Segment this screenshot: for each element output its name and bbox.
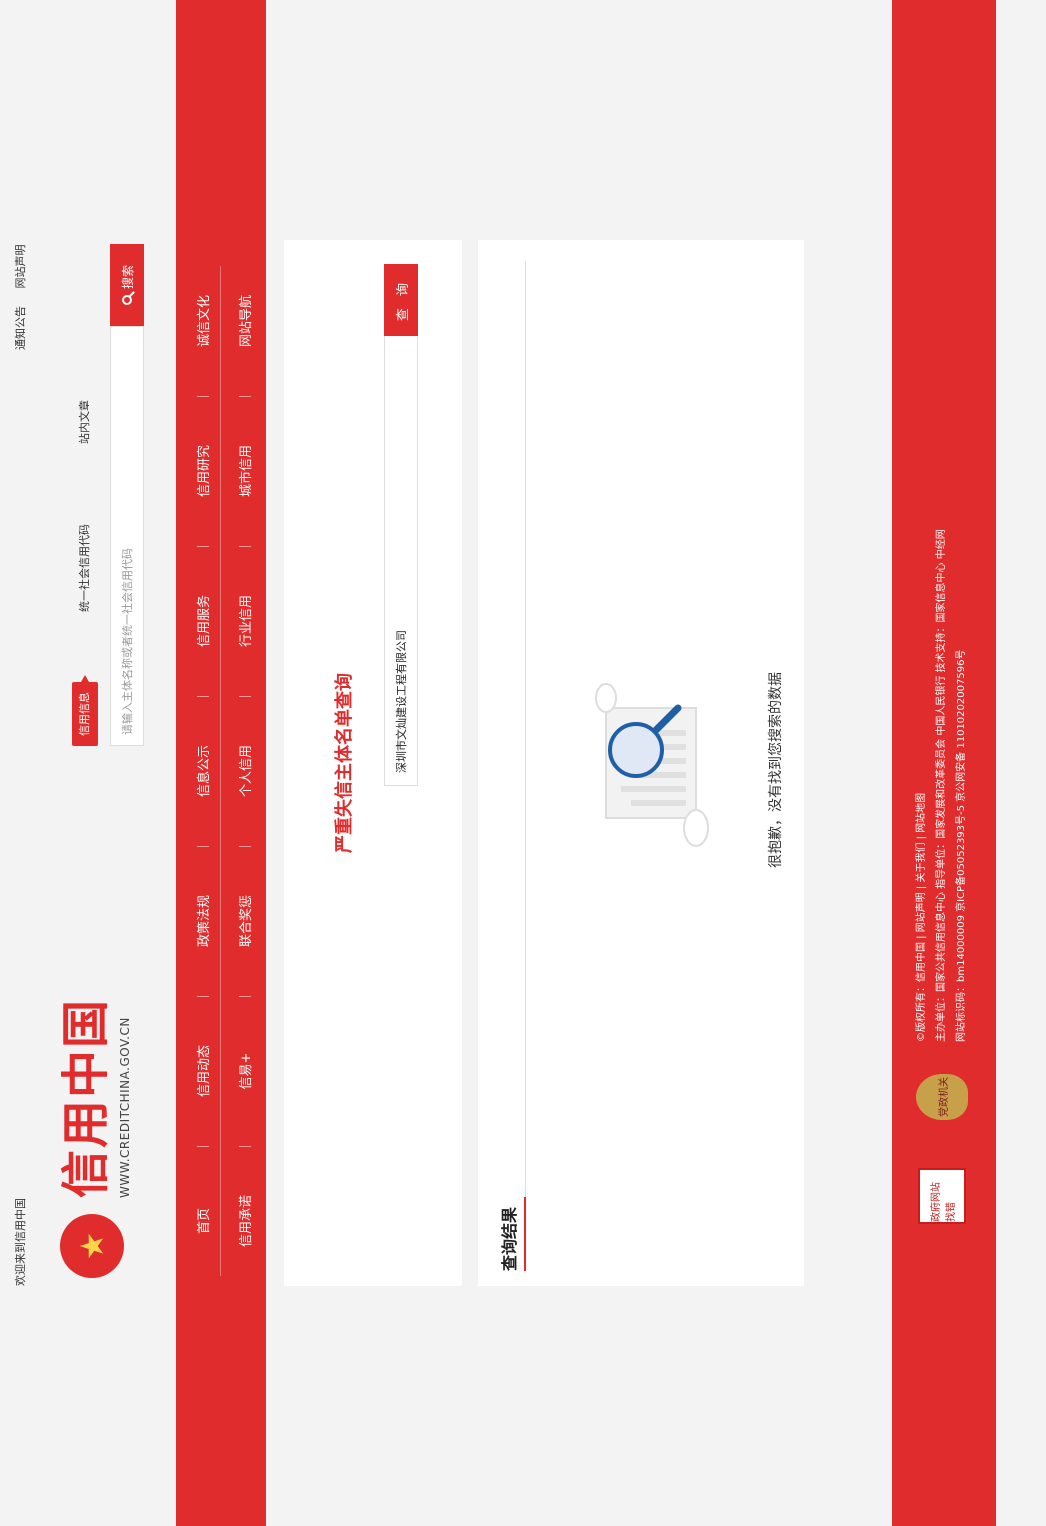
site-search: 信用信息 统一社会信用代码 站内文章 请输入主体名称或者统一社会信用代码 搜索 — [70, 226, 180, 746]
site-statement-link[interactable]: 网站声明 — [14, 245, 27, 289]
nav-row-primary: 首页 信用动态 政策法规 信息公示 信用服务 信用研究 诚信文化 — [180, 246, 224, 1296]
nav-item-credit-commitment[interactable]: 信用承诺 — [235, 1146, 254, 1296]
page-title: 严重失信主体名单查询 — [334, 673, 355, 853]
nav-item-personal-credit[interactable]: 个人信用 — [235, 696, 254, 846]
nav-item-industry-credit[interactable]: 行业信用 — [235, 546, 254, 696]
tab-site-articles[interactable]: 站内文章 — [72, 390, 98, 454]
footer-line-registration: 网站标识码：bm14000009 京ICP备05052393号-5 京公网安备 … — [956, 649, 967, 1042]
results-title-underline — [524, 1197, 526, 1271]
nav-item-xinyi-plus[interactable]: 信易+ — [235, 996, 254, 1146]
rotated-page-canvas: 欢迎来到信用中国 通知公告 网站声明 ★ 信用中国 WWW.CREDITCHIN… — [0, 0, 1046, 1526]
query-panel: 严重失信主体名单查询 深圳市文灿建设工程有限公司 查 询 — [284, 240, 462, 1286]
nav-item-city-credit[interactable]: 城市信用 — [235, 396, 254, 546]
results-title: 查询结果 — [500, 1206, 519, 1271]
no-results-text: 很抱歉，没有找到您搜索的数据 — [768, 672, 784, 868]
search-icon — [122, 295, 132, 306]
page: 欢迎来到信用中国 通知公告 网站声明 ★ 信用中国 WWW.CREDITCHIN… — [0, 0, 1046, 1526]
tab-credit-info[interactable]: 信用信息 — [72, 682, 98, 746]
nav-item-info-public[interactable]: 信息公示 — [193, 696, 212, 846]
footer-line-copyright: ©版权所有：信用中国 | 网站声明 | 关于我们 | 网站地图 — [916, 792, 927, 1042]
nav-row-secondary: 信用承诺 信易+ 联合奖惩 个人信用 行业信用 城市信用 网站导航 — [222, 246, 266, 1296]
party-org-badge[interactable]: 党政机关 — [916, 1074, 968, 1120]
no-results-icon — [595, 683, 709, 847]
query-button[interactable]: 查 询 — [384, 264, 418, 336]
nav-item-policies[interactable]: 政策法规 — [193, 846, 212, 996]
welcome-text: 欢迎来到信用中国 — [14, 1198, 27, 1286]
nav-divider — [220, 266, 221, 1276]
notice-link[interactable]: 通知公告 — [14, 306, 27, 350]
nav-item-credit-news[interactable]: 信用动态 — [193, 996, 212, 1146]
search-button[interactable]: 搜索 — [110, 244, 144, 326]
nav-item-credit-research[interactable]: 信用研究 — [193, 396, 212, 546]
nav-item-credit-service[interactable]: 信用服务 — [193, 546, 212, 696]
nav-item-integrity-culture[interactable]: 诚信文化 — [193, 246, 212, 396]
nav-item-home[interactable]: 首页 — [193, 1146, 212, 1296]
company-name-input[interactable]: 深圳市文灿建设工程有限公司 — [384, 276, 418, 786]
search-input[interactable]: 请输入主体名称或者统一社会信用代码 — [110, 326, 144, 746]
nav-item-site-nav[interactable]: 网站导航 — [235, 246, 254, 396]
site-logo-title[interactable]: 信用中国 — [58, 998, 114, 1198]
tab-credit-code[interactable]: 统一社会信用代码 — [72, 514, 98, 622]
top-bar: 欢迎来到信用中国 通知公告 网站声明 — [0, 0, 60, 1526]
national-emblem-icon: ★ — [60, 1214, 124, 1278]
top-links: 通知公告 网站声明 — [12, 231, 28, 351]
nav-item-joint-rewards[interactable]: 联合奖惩 — [235, 846, 254, 996]
main-nav: 首页 信用动态 政策法规 信息公示 信用服务 信用研究 诚信文化 信用承诺 信易… — [176, 0, 266, 1526]
gov-site-badge[interactable]: 政府网站 找错 — [918, 1168, 966, 1224]
footer-info: ©版权所有：信用中国 | 网站声明 | 关于我们 | 网站地图 主办单位：国家公… — [912, 62, 972, 1042]
site-logo-subtitle: WWW.CREDITCHINA.GOV.CN — [118, 1017, 132, 1198]
footer-line-organizers: 主办单位：国家公共信用信息中心 指导单位：国家发展和改革委员会 中国人民银行 技… — [936, 529, 947, 1042]
search-button-label: 搜索 — [120, 265, 135, 290]
search-tabs: 信用信息 统一社会信用代码 站内文章 — [70, 330, 100, 746]
results-divider — [525, 261, 526, 1271]
